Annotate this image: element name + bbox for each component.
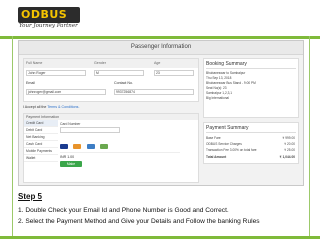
email-label: Email (26, 81, 35, 85)
gender-select[interactable]: M (94, 70, 144, 76)
payment-method-net-banking[interactable]: Net Banking (24, 134, 58, 141)
step-title: Step 5 (18, 192, 43, 201)
full-name-field[interactable]: John Roger (26, 70, 86, 76)
booking-boarding: Bhubaneswar Bus Stand - 9:00 PM (206, 81, 256, 85)
contact-label: Contact No. (114, 81, 133, 85)
screenshot-header: Passenger Information (19, 41, 303, 55)
odbus-logo: ODBUS Your Journey Partner (18, 7, 80, 29)
passenger-table: Full Name Gender Age John Roger M 23 Ema… (23, 58, 199, 102)
booking-route: Bhubaneswar to Sambalpur (206, 71, 246, 75)
payment-divider (60, 152, 180, 153)
card-number-field[interactable] (60, 127, 120, 133)
transaction-fee-label: Transaction Fee 3.00% on total fare (206, 148, 257, 152)
visa-icon (60, 144, 68, 149)
booking-operator: Big International (206, 96, 230, 100)
logo-tagline: Your Journey Partner (19, 23, 78, 29)
payment-method-mobile[interactable]: Mobile Payments (24, 148, 58, 155)
payment-method-credit-card[interactable]: Credit Card (24, 120, 58, 127)
booking-summary-title: Booking Summary (206, 61, 247, 67)
rupay-icon (100, 144, 109, 149)
age-field[interactable]: 23 (154, 70, 194, 76)
payment-method-wallet[interactable]: Wallet (24, 155, 58, 162)
step-caption: Step 5 1. Double Check your Email Id and… (18, 190, 304, 234)
booking-screenshot: Passenger Information Full Name Gender A… (18, 40, 304, 186)
service-charge-value: ₹ 20.00 (284, 142, 295, 146)
card-brand-icons (60, 136, 109, 149)
passenger-information-title: Passenger Information (130, 44, 192, 50)
amex-icon (86, 144, 95, 149)
booking-summary-panel: Booking Summary Bhubaneswar to Sambalpur… (203, 58, 299, 118)
email-field[interactable]: johnroger@gmail.com (26, 89, 106, 95)
terms-prefix: I Accept all the (23, 105, 47, 109)
service-charge-label: ODBUS Service Charges (206, 142, 242, 146)
make-payment-button[interactable]: Make Payment (60, 161, 82, 172)
contact-labels-row: Email Contact No. (24, 79, 198, 88)
header-age: Age (154, 61, 161, 65)
total-amount-label: Total Amount (206, 155, 227, 159)
base-fare-label: Base Fare (206, 136, 221, 140)
payment-method-debit-card[interactable]: Debit Card (24, 127, 58, 134)
payment-summary-panel: Payment Summary Base Fare ₹ 999.00 ODBUS… (203, 122, 299, 164)
payment-amount: INR 1.00 (60, 155, 75, 159)
booking-date: Thu Sep 13, 2018 (206, 76, 232, 80)
header-gender: Gender (94, 61, 106, 65)
contact-field[interactable]: 9937256874 (114, 89, 194, 95)
slide: ODBUS Your Journey Partner Passenger Inf… (0, 0, 320, 240)
card-number-label: Card Number (60, 122, 81, 126)
payment-summary-divider (206, 132, 296, 133)
mastercard-icon (73, 144, 82, 149)
logo-text: ODBUS (21, 8, 68, 21)
total-amount-value: ₹ 1,044.00 (279, 155, 295, 159)
passenger-table-header: Full Name Gender Age (24, 59, 198, 68)
payment-method-menu: Credit Card Debit Card Net Banking Cash … (24, 120, 58, 162)
header-full-name: Full Name (26, 61, 43, 65)
payment-method-cash-card[interactable]: Cash Card (24, 141, 58, 148)
base-fare-value: ₹ 999.00 (282, 136, 295, 140)
payment-panel: Payment Information Credit Card Debit Ca… (23, 113, 199, 183)
terms-row[interactable]: I Accept all the Terms & Conditions. (23, 105, 79, 109)
instruction-line-2: 2. Select the Payment Method and Give yo… (18, 218, 260, 225)
header-bar: ODBUS Your Journey Partner (0, 0, 320, 38)
booking-seats: Seat No(s): 23 (206, 86, 227, 90)
footer-accent-line (0, 236, 320, 239)
payment-form: Card Number INR 1.00 Make Payment (60, 122, 196, 180)
payment-summary-title: Payment Summary (206, 125, 249, 131)
transaction-fee-value: ₹ 25.00 (284, 148, 295, 152)
logo-badge: ODBUS (18, 7, 80, 23)
instruction-line-1: 1. Double Check your Email Id and Phone … (18, 207, 229, 214)
booking-dropping: Sambalpur 1,2,3,1 (206, 91, 233, 95)
booking-summary-divider (206, 68, 296, 69)
terms-link[interactable]: Terms & Conditions. (47, 105, 79, 109)
